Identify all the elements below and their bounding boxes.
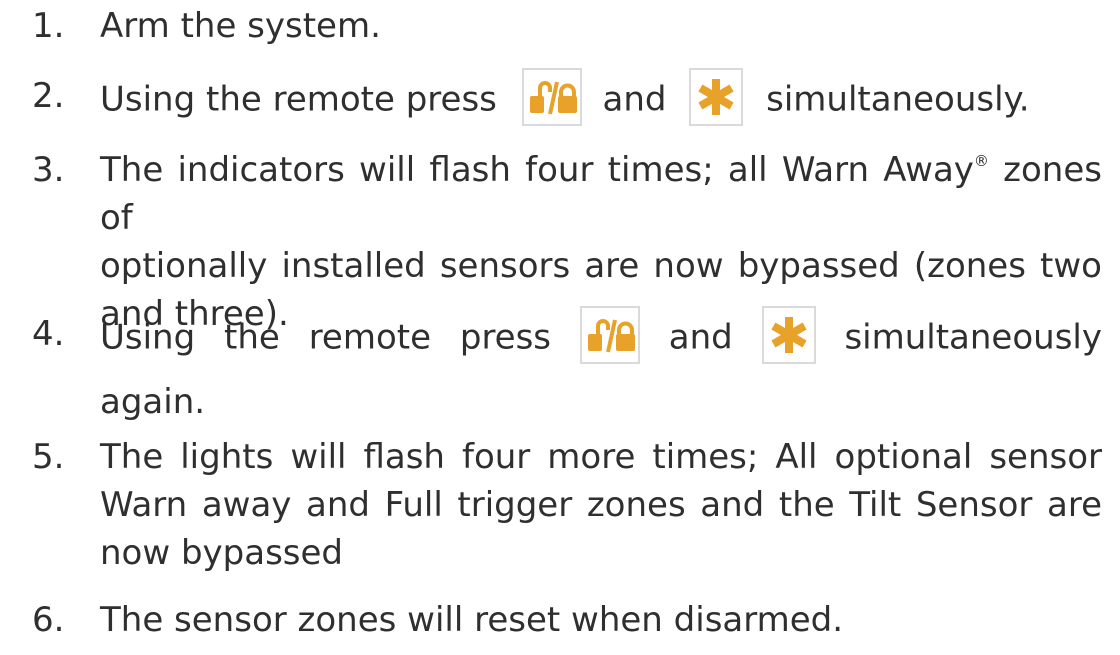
step-number: 5.: [32, 437, 65, 477]
step-line: The indicators will flash four times; al…: [100, 146, 1102, 242]
step-number: 3.: [32, 150, 65, 190]
step-line: Warn away and Full trigger zones and the…: [100, 485, 1102, 525]
registered-mark: ®: [973, 152, 989, 170]
step-text-part: Using the remote press: [100, 79, 497, 120]
asterisk-button-icon: [761, 306, 816, 364]
step-line: again.: [100, 382, 206, 422]
step-text-part: and: [668, 317, 733, 358]
step-text: Using the remote press and simultaneousl…: [100, 306, 1102, 426]
step-text-part: simultaneously: [844, 317, 1102, 358]
step-line: optionally installed sensors are now byp…: [100, 246, 1102, 286]
step-number: 2.: [32, 76, 65, 116]
step-text: The lights will flash four more times; A…: [100, 433, 1102, 577]
step-line: Using the remote press and simultaneousl…: [100, 68, 1102, 130]
step-text-part: The indicators will flash four times; al…: [100, 150, 974, 190]
step-text-part: simultaneously.: [766, 79, 1030, 120]
step-number: 4.: [32, 314, 65, 354]
lock-unlock-icon: [529, 81, 577, 115]
step-line: The sensor zones will reset when disarme…: [100, 600, 844, 640]
lock-unlock-icon: [587, 319, 635, 353]
asterisk-button-icon: [689, 68, 744, 126]
step-text: Using the remote press and simultaneousl…: [100, 68, 1102, 130]
step-line: now bypassed: [100, 533, 344, 573]
step-text: The sensor zones will reset when disarme…: [100, 596, 1102, 644]
step-number: 1.: [32, 6, 65, 46]
lock-unlock-button-icon: [521, 68, 582, 126]
step-line: Arm the system.: [100, 6, 381, 46]
step-line: Using the remote press and simultaneousl…: [100, 306, 1102, 368]
lock-unlock-button-icon: [579, 306, 640, 364]
step-line: The lights will flash four more times; A…: [100, 437, 1102, 477]
step-text: Arm the system.: [100, 2, 1102, 50]
step-text-part: and: [602, 79, 667, 120]
asterisk-icon: [698, 79, 734, 115]
step-number: 6.: [32, 600, 65, 640]
step-text-part: Using the remote press: [100, 317, 552, 358]
asterisk-icon: [770, 317, 807, 353]
